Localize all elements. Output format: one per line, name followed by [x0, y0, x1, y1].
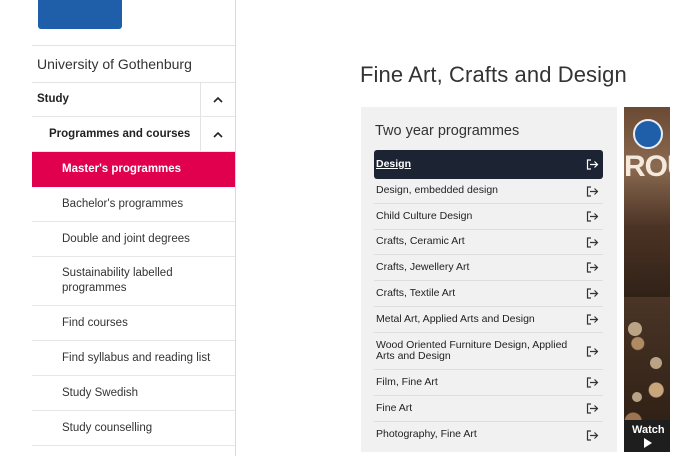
university-logo[interactable] — [38, 0, 122, 29]
sidebar-item-label: Study counselling — [62, 421, 153, 434]
sidebar-item-label: Find syllabus and reading list — [62, 351, 211, 364]
programme-link-textile-art[interactable]: Crafts, Textile Art — [374, 281, 603, 307]
sidebar-item-double-joint-degrees[interactable]: Double and joint degrees — [32, 222, 235, 257]
programme-link-ceramic-art[interactable]: Crafts, Ceramic Art — [374, 230, 603, 255]
card-title: Two year programmes — [375, 123, 520, 139]
video-thumbnail[interactable]: ROU Watch — [624, 107, 670, 452]
external-link-icon — [586, 345, 599, 357]
flower-shape — [628, 322, 642, 336]
sidebar-item-programmes-and-courses[interactable]: Programmes and courses — [32, 117, 235, 152]
external-link-icon — [586, 314, 599, 325]
programme-label: Design — [376, 157, 412, 170]
programme-link-wood-furniture-design[interactable]: Wood Oriented Furniture Design, Applied … — [374, 333, 603, 370]
watch-label: Watch — [632, 424, 665, 436]
external-link-icon — [586, 288, 599, 299]
programme-link-metal-art[interactable]: Metal Art, Applied Arts and Design — [374, 307, 603, 333]
programme-label: Design, embedded design — [376, 184, 499, 197]
external-link-icon — [586, 159, 599, 170]
chevron-up-icon[interactable] — [200, 117, 235, 151]
programmes-label: Programmes and courses — [49, 127, 191, 140]
programme-label: Film, Fine Art — [376, 375, 438, 388]
programme-link-jewellery-art[interactable]: Crafts, Jewellery Art — [374, 255, 603, 281]
programme-label: Metal Art, Applied Arts and Design — [376, 312, 535, 325]
university-seal-icon — [633, 119, 663, 149]
sidebar-item-masters-programmes[interactable]: Master's programmes — [32, 152, 235, 187]
programme-link-embedded-design[interactable]: Design, embedded design — [374, 179, 603, 204]
chevron-up-icon[interactable] — [200, 82, 235, 116]
external-link-icon — [586, 185, 599, 197]
sidebar-nav: University of Gothenburg Study Programme… — [32, 0, 236, 456]
programme-label: Crafts, Textile Art — [376, 286, 456, 299]
sidebar-item-label: Double and joint degrees — [62, 232, 190, 245]
sidebar-item-label: Bachelor's programmes — [62, 197, 184, 210]
programme-link-film-fine-art[interactable]: Film, Fine Art — [374, 370, 603, 396]
programme-label: Fine Art — [376, 401, 413, 414]
external-link-icon — [586, 377, 599, 388]
sidebar-item-study[interactable]: Study — [32, 82, 235, 117]
sidebar-item-label: Master's programmes — [62, 163, 182, 175]
programmes-card: Two year programmes Design Design, embed… — [361, 107, 617, 452]
sidebar-item-sustainability-programmes[interactable]: Sustainability labelled programmes — [32, 257, 235, 306]
programme-label: Wood Oriented Furniture Design, Applied … — [376, 338, 568, 362]
external-link-icon — [586, 403, 599, 414]
sidebar-item-bachelors-programmes[interactable]: Bachelor's programmes — [32, 187, 235, 222]
programme-label: Child Culture Design — [376, 209, 473, 222]
external-link-icon — [586, 236, 599, 248]
programme-link-fine-art[interactable]: Fine Art — [374, 396, 603, 422]
programme-label: Crafts, Ceramic Art — [376, 235, 465, 248]
programme-link-design[interactable]: Design — [374, 150, 603, 179]
university-label: University of Gothenburg — [37, 56, 192, 72]
programme-label: Crafts, Jewellery Art — [376, 260, 470, 273]
external-link-icon — [586, 429, 599, 441]
sidebar-item-find-courses[interactable]: Find courses — [32, 306, 235, 341]
watch-bar[interactable]: Watch — [624, 420, 670, 452]
play-icon[interactable] — [644, 438, 652, 448]
sidebar-item-study-counselling[interactable]: Study counselling — [32, 411, 235, 446]
flower-shape — [650, 357, 662, 369]
sidebar-university-link[interactable]: University of Gothenburg — [32, 45, 235, 83]
programme-link-photography-fine-art[interactable]: Photography, Fine Art — [374, 422, 603, 448]
external-link-icon — [586, 211, 599, 222]
sidebar-item-label: Study Swedish — [62, 386, 139, 399]
programme-label: Photography, Fine Art — [376, 428, 477, 441]
sidebar-item-label: Sustainability labelled programmes — [62, 267, 173, 294]
sidebar-item-study-swedish[interactable]: Study Swedish — [32, 376, 235, 411]
flower-shape — [632, 392, 642, 402]
external-link-icon — [586, 262, 599, 273]
study-label: Study — [37, 92, 69, 105]
page-title: Fine Art, Crafts and Design — [360, 62, 627, 87]
video-overlay-text: ROU — [624, 150, 670, 183]
programme-link-child-culture-design[interactable]: Child Culture Design — [374, 204, 603, 230]
sidebar-item-find-syllabus[interactable]: Find syllabus and reading list — [32, 341, 235, 376]
sidebar-item-label: Find courses — [62, 316, 128, 329]
